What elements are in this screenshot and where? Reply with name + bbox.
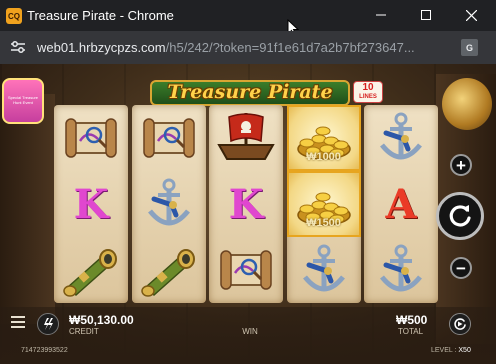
spin-button[interactable] [436, 192, 484, 240]
app-icon: CQ [6, 8, 22, 24]
url-host: web01.hrbzycpzs.com [37, 40, 166, 55]
brass-telescope-decoration [442, 78, 492, 130]
bet-plus-button[interactable]: + [450, 154, 472, 176]
bet-minus-button[interactable]: − [450, 257, 472, 279]
reel-cell [364, 105, 438, 171]
pirate-ship-icon [217, 113, 275, 160]
reel-cell [132, 105, 206, 171]
reel-cell [287, 237, 361, 303]
win-amount: ₩1500 [306, 217, 341, 229]
autoplay-icon [454, 318, 466, 330]
reel-cell [132, 171, 206, 237]
credit-label: CREDIT [69, 327, 99, 336]
address-bar: web01.hrbzycpzs.com/h5/242/?token=91f1e6… [0, 31, 496, 64]
reel-3: K [209, 105, 283, 303]
minimize-icon [376, 14, 386, 16]
title-bar: CQ Treasure Pirate - Chrome [0, 0, 496, 37]
reel-cell-winning: ₩1500 [286, 171, 361, 237]
win-label: WIN [242, 327, 258, 336]
anchor-icon [380, 244, 422, 292]
reel-cell [209, 105, 283, 171]
site-info-icon[interactable] [10, 40, 26, 54]
url-field[interactable]: web01.hrbzycpzs.com/h5/242/?token=91f1e6… [37, 40, 447, 55]
maximize-button[interactable] [411, 4, 441, 26]
reel-cell: K [209, 171, 283, 237]
reel-cell [132, 237, 206, 303]
lines-label: LINES [359, 94, 377, 100]
symbol-a: A [385, 180, 417, 228]
maximize-icon [421, 10, 431, 20]
menu-icon[interactable] [11, 315, 26, 329]
bottom-bar: ₩50,130.00 CREDIT WIN ₩500 TOTAL 7147239… [0, 307, 496, 364]
url-path: /h5/242/?token=91f1e61d7a2b7bf273647... [165, 40, 415, 55]
reel-cell: A [364, 171, 438, 237]
lightning-icon [44, 318, 53, 330]
spyglass-icon [140, 249, 195, 297]
credit-value: ₩50,130.00 [69, 313, 134, 327]
level-value: X50 [458, 347, 471, 354]
reel-2 [131, 105, 206, 303]
reel-cell [54, 105, 128, 171]
anchor-icon [147, 178, 190, 226]
symbol-k: K [228, 180, 264, 228]
total-bet-label: TOTAL [398, 327, 424, 336]
logo-text: Treasure Pirate [167, 81, 333, 103]
win-amount: ₩1000 [306, 151, 341, 163]
symbol-k: K [73, 180, 109, 228]
game-canvas: Special Treasure Hunt Event Treasure Pir… [0, 64, 496, 364]
close-icon [465, 9, 477, 21]
level-indicator: LEVEL : X50 [431, 347, 471, 354]
window-title: Treasure Pirate - Chrome [27, 8, 174, 23]
reel-cell [364, 237, 438, 303]
lines-number: 10 [362, 82, 374, 93]
lines-badge: 10 LINES [353, 81, 383, 103]
browser-window: CQ Treasure Pirate - Chrome web01.hrbzyc… [0, 0, 496, 364]
reel-1: K [54, 105, 128, 303]
reel-5: A [364, 105, 438, 303]
reel-cell-winning: ₩1000 [286, 105, 361, 171]
minimize-button[interactable] [366, 4, 396, 26]
reel-4: ₩1000 ₩1500 [286, 105, 361, 303]
reel-cell [209, 237, 283, 303]
level-label: LEVEL : [431, 347, 457, 354]
game-logo: Treasure Pirate [150, 76, 350, 108]
map-scroll-icon [220, 250, 272, 290]
total-bet-value: ₩500 [396, 313, 428, 327]
left-decoration [0, 94, 55, 324]
reel-cell: K [54, 171, 128, 237]
autoplay-button[interactable] [449, 313, 471, 335]
anchor-icon [302, 244, 345, 292]
map-scroll-icon [142, 118, 195, 158]
close-button[interactable] [456, 4, 486, 26]
spyglass-icon [63, 249, 117, 297]
reel-cell [54, 237, 128, 303]
session-id: 714723993522 [21, 347, 68, 354]
map-scroll-icon [65, 118, 117, 158]
reels: K K ₩1000 ₩1500 A [54, 105, 438, 303]
promo-badge[interactable]: Special Treasure Hunt Event [2, 78, 44, 124]
spin-icon [449, 205, 471, 227]
translate-icon[interactable]: G [461, 39, 478, 56]
turbo-button[interactable] [37, 313, 59, 335]
anchor-icon [380, 112, 422, 160]
